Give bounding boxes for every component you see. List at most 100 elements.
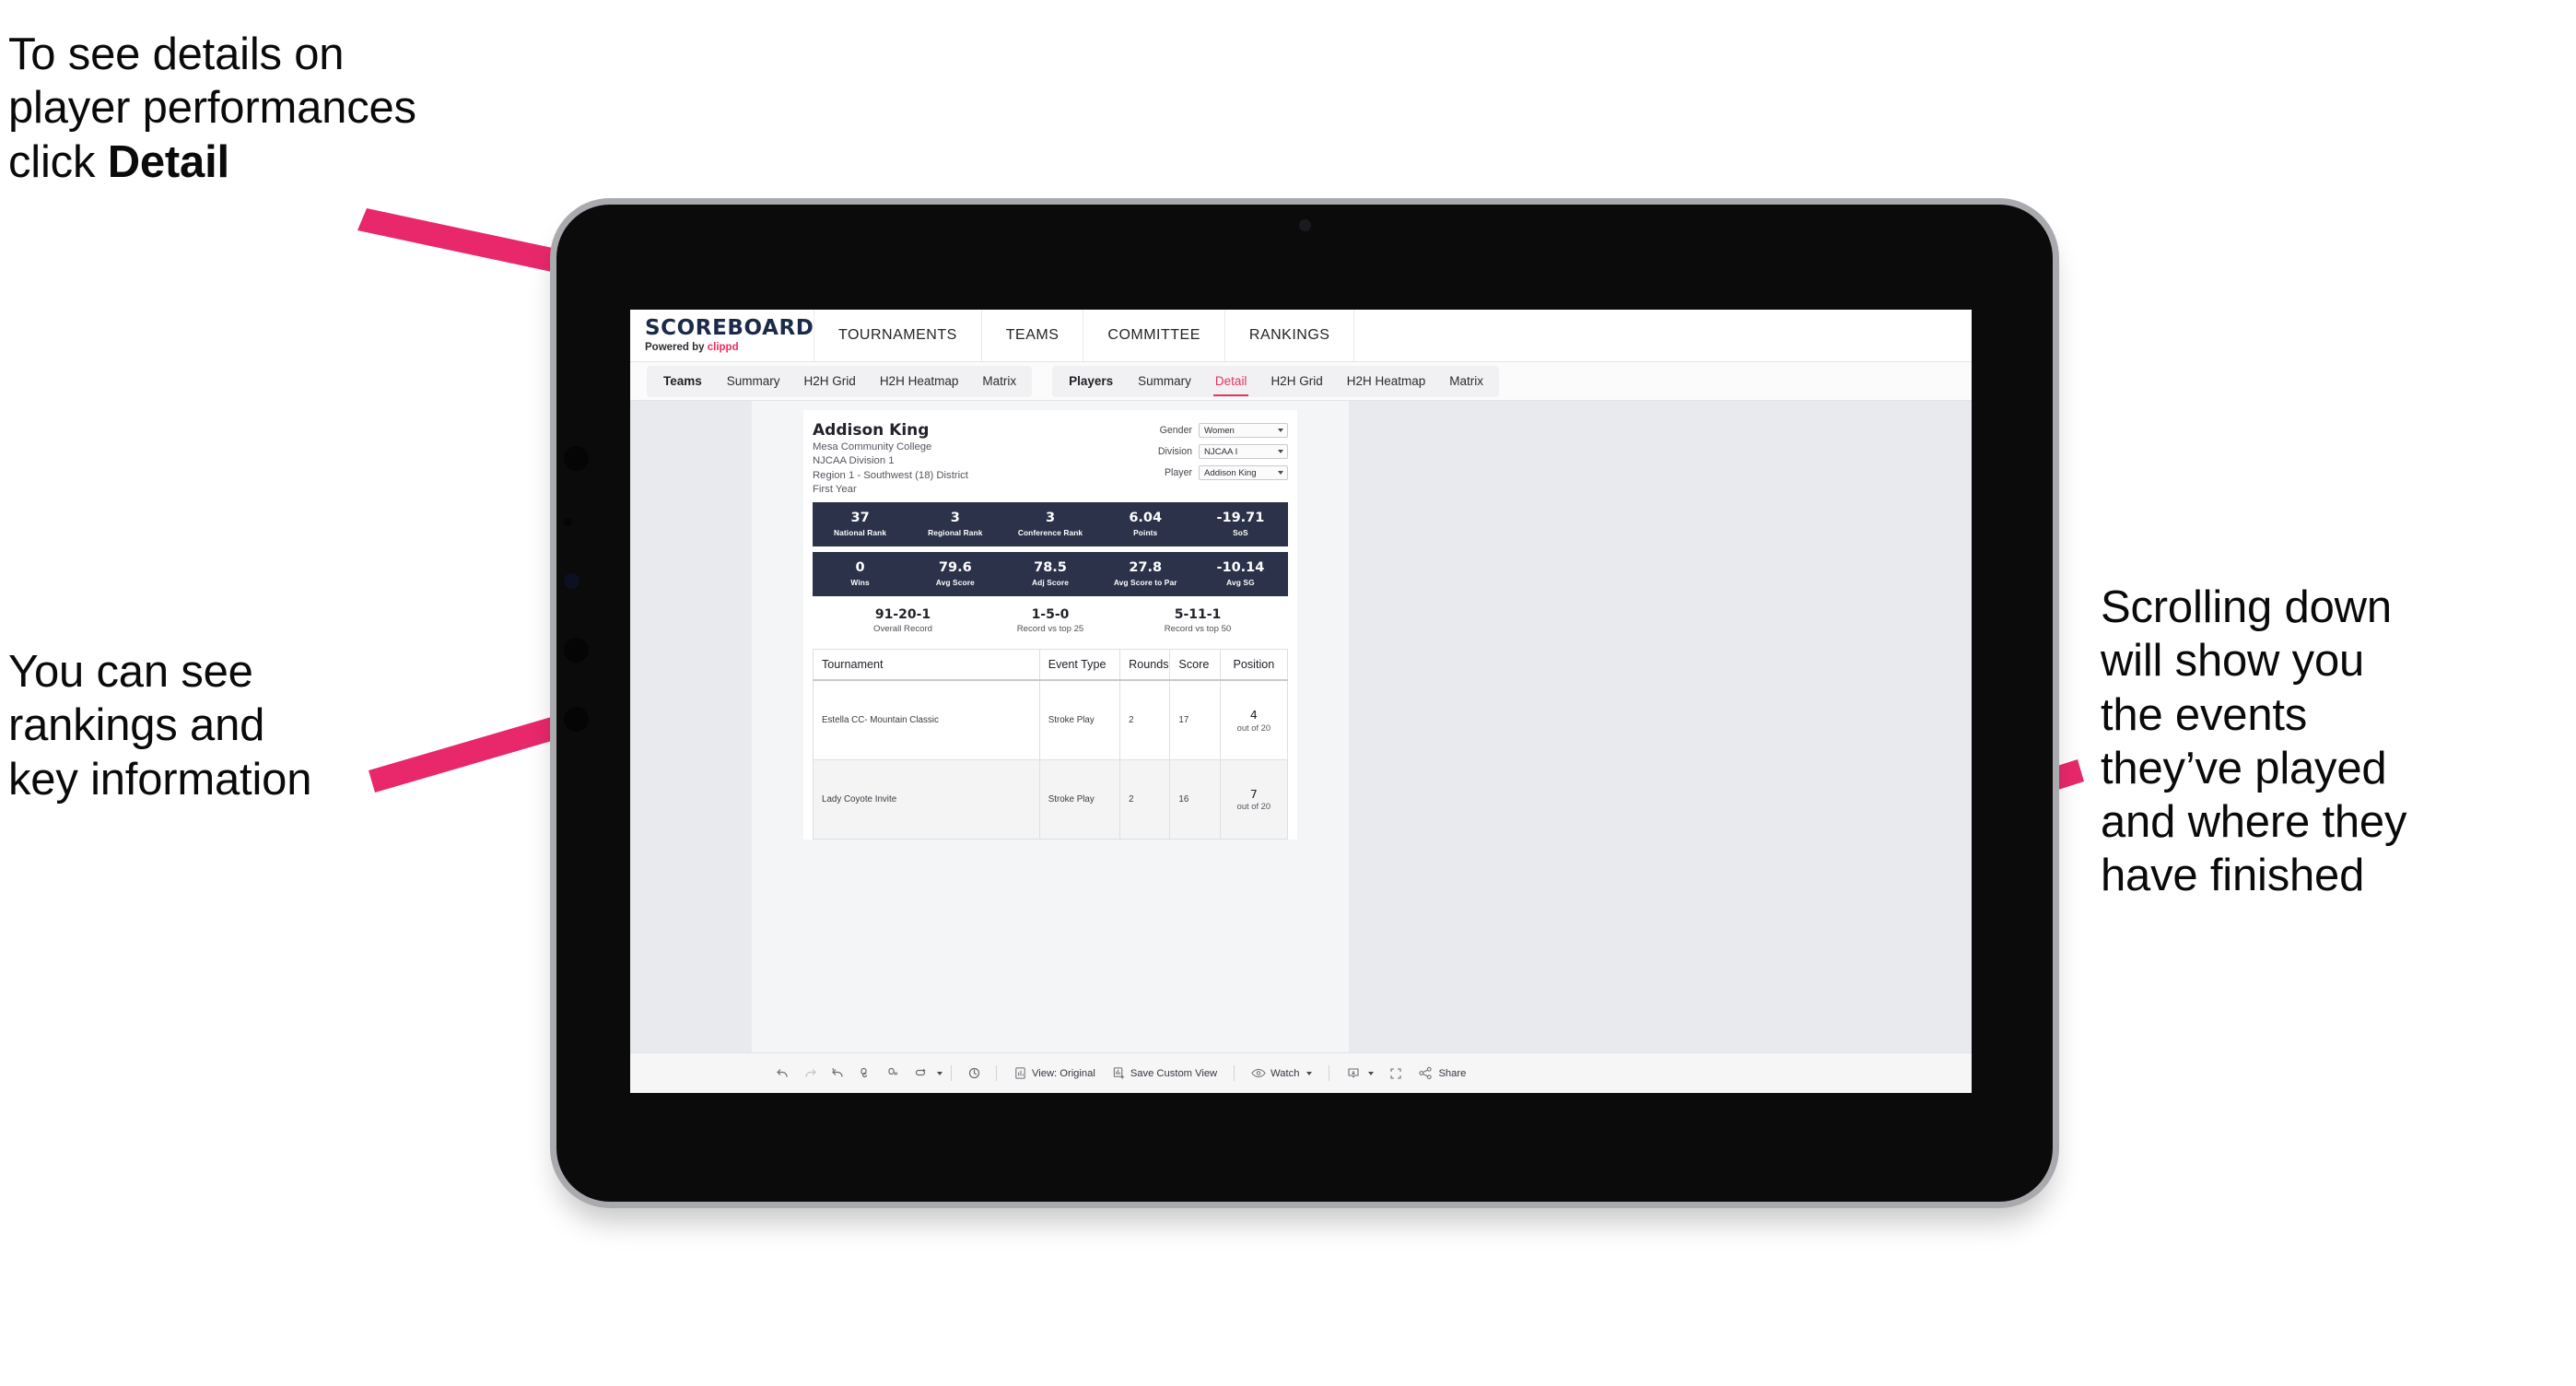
watch-label: Watch <box>1270 1067 1300 1079</box>
slide-canvas: To see details on player performances cl… <box>0 0 2576 1386</box>
side-button-4 <box>564 638 589 663</box>
filter-player-select[interactable]: Addison King <box>1199 465 1288 480</box>
pause-refresh-icon[interactable] <box>960 1060 988 1087</box>
dashboard-workspace: Addison King Mesa Community College NJCA… <box>630 401 1972 1052</box>
stat-conference-rank-label: Conference Rank <box>1017 528 1083 538</box>
save-custom-view-button[interactable]: Save Custom View <box>1104 1060 1225 1087</box>
tab-players-summary[interactable]: Summary <box>1126 366 1203 397</box>
cell-position-outof: out of 20 <box>1236 801 1271 812</box>
filter-gender-select[interactable]: Women <box>1199 423 1288 438</box>
chevron-down-icon <box>1278 471 1283 475</box>
tab-teams-summary[interactable]: Summary <box>715 366 792 397</box>
record-top50-value: 5-11-1 <box>1174 607 1222 622</box>
side-button-5 <box>564 707 589 732</box>
stat-regional-rank: 3 Regional Rank <box>907 511 1002 538</box>
table-row[interactable]: Estella CC- Mountain Classic Stroke Play… <box>813 679 1289 760</box>
cell-position: 7 out of 20 <box>1219 758 1289 840</box>
redo-icon[interactable] <box>796 1060 824 1087</box>
pause-icon[interactable] <box>879 1060 907 1087</box>
watch-button[interactable]: Watch <box>1243 1060 1320 1087</box>
stat-national-rank-label: National Rank <box>834 528 887 538</box>
top-nav-teams[interactable]: TEAMS <box>982 310 1084 361</box>
undo-icon[interactable] <box>768 1060 796 1087</box>
cell-position-value: 7 <box>1249 786 1258 801</box>
side-button-2 <box>564 518 572 526</box>
player-detail-card: Addison King Mesa Community College NJCA… <box>803 410 1297 840</box>
app-header: SCOREBOARD Powered by clippd TOURNAMENTS… <box>630 310 1972 362</box>
teams-group-title[interactable]: Teams <box>650 374 715 388</box>
refresh-icon[interactable] <box>851 1060 879 1087</box>
brand-powered-by: Powered by <box>645 341 708 353</box>
side-button-1 <box>564 446 589 471</box>
tablet-screen: SCOREBOARD Powered by clippd TOURNAMENTS… <box>630 310 1972 1093</box>
top-nav-rankings[interactable]: RANKINGS <box>1225 310 1355 361</box>
annotation-mid-left: You can see rankings and key information <box>8 647 312 805</box>
download-button[interactable] <box>1338 1060 1382 1087</box>
table-row[interactable]: Lady Coyote Invite Stroke Play 2 16 7 ou… <box>813 758 1289 840</box>
stat-adj-score: 78.5 Adj Score <box>1002 560 1097 588</box>
filter-gender-row: Gender Women <box>1158 423 1288 438</box>
filter-gender-value: Women <box>1204 425 1235 436</box>
filter-player-row: Player Addison King <box>1158 465 1288 480</box>
col-header-rounds[interactable]: Rounds <box>1119 649 1171 682</box>
stat-avg-score: 79.6 Avg Score <box>907 560 1002 588</box>
record-overall: 91-20-1 Overall Record <box>829 607 977 634</box>
stat-avg-score-to-par-label: Avg Score to Par <box>1113 578 1177 588</box>
brand-name: SCOREBOARD <box>645 315 814 340</box>
filter-gender-label: Gender <box>1159 425 1192 436</box>
top-nav-tournaments[interactable]: TOURNAMENTS <box>814 310 982 361</box>
filter-division-row: Division NJCAA I <box>1158 444 1288 459</box>
col-header-event-type[interactable]: Event Type <box>1038 649 1121 682</box>
stat-regional-rank-value: 3 <box>950 510 960 525</box>
cell-position-value: 4 <box>1249 708 1258 722</box>
tab-players-detail[interactable]: Detail <box>1203 366 1259 397</box>
cell-event-type: Stroke Play <box>1038 758 1121 840</box>
col-header-score[interactable]: Score <box>1169 649 1221 682</box>
dashboard-toolbar: View: Original Save Custom View Watch Sh… <box>630 1052 1972 1093</box>
tab-players-h2h-heatmap[interactable]: H2H Heatmap <box>1335 366 1438 397</box>
players-group-title[interactable]: Players <box>1056 374 1126 388</box>
stat-avg-sg-value: -10.14 <box>1216 559 1265 575</box>
cell-event-type: Stroke Play <box>1038 679 1121 760</box>
top-nav-committee[interactable]: COMMITTEE <box>1083 310 1225 361</box>
brand-logo[interactable]: SCOREBOARD Powered by clippd <box>630 310 814 361</box>
cell-rounds: 2 <box>1119 679 1171 760</box>
records-row: 91-20-1 Overall Record 1-5-0 Record vs t… <box>813 607 1288 643</box>
fullscreen-icon[interactable] <box>1382 1060 1410 1087</box>
tab-teams-matrix[interactable]: Matrix <box>970 366 1028 397</box>
view-original-button[interactable]: View: Original <box>1005 1060 1104 1087</box>
player-header: Addison King Mesa Community College NJCA… <box>813 421 1288 497</box>
revert-icon[interactable] <box>824 1060 851 1087</box>
stat-conference-rank: 3 Conference Rank <box>1002 511 1097 538</box>
teams-tab-group: Teams Summary H2H Grid H2H Heatmap Matri… <box>647 365 1033 397</box>
tab-teams-h2h-heatmap[interactable]: H2H Heatmap <box>868 366 971 397</box>
filter-player-value: Addison King <box>1204 467 1257 478</box>
chevron-down-icon <box>1306 1071 1313 1075</box>
tab-teams-h2h-grid[interactable]: H2H Grid <box>792 366 868 397</box>
stats-row-scoring: 0 Wins 79.6 Avg Score 78.5 Adj Score 27.… <box>813 552 1288 596</box>
share-button[interactable]: Share <box>1410 1060 1474 1087</box>
dashboard-sheet: Addison King Mesa Community College NJCA… <box>752 401 1349 1052</box>
sub-navigation: Teams Summary H2H Grid H2H Heatmap Matri… <box>630 362 1972 401</box>
col-header-position[interactable]: Position <box>1219 649 1289 682</box>
col-header-tournament[interactable]: Tournament <box>813 649 1040 682</box>
toolbar-divider <box>996 1065 997 1081</box>
brand-clippd: clippd <box>707 341 739 353</box>
cell-score: 17 <box>1169 679 1221 760</box>
tab-players-matrix[interactable]: Matrix <box>1437 366 1495 397</box>
view-original-label: View: Original <box>1032 1067 1095 1079</box>
annotation-right: Scrolling down will show you the events … <box>2101 582 2407 901</box>
tab-players-h2h-grid[interactable]: H2H Grid <box>1259 366 1334 397</box>
save-custom-view-label: Save Custom View <box>1130 1067 1218 1079</box>
chevron-down-icon <box>1368 1071 1375 1075</box>
filter-division-select[interactable]: NJCAA I <box>1199 444 1288 459</box>
players-tab-group: Players Summary Detail H2H Grid H2H Heat… <box>1052 365 1499 397</box>
events-table-header-row: Tournament Event Type Rounds Score Posit… <box>813 649 1289 682</box>
filter-player-label: Player <box>1164 467 1192 478</box>
stat-avg-sg: -10.14 Avg SG <box>1193 559 1288 588</box>
chevron-down-icon[interactable] <box>937 1071 943 1075</box>
stat-avg-score-to-par: 27.8 Avg Score to Par <box>1098 560 1193 588</box>
filter-division-label: Division <box>1157 446 1192 457</box>
cell-tournament: Estella CC- Mountain Classic <box>813 679 1040 760</box>
loop-icon[interactable] <box>907 1060 934 1087</box>
